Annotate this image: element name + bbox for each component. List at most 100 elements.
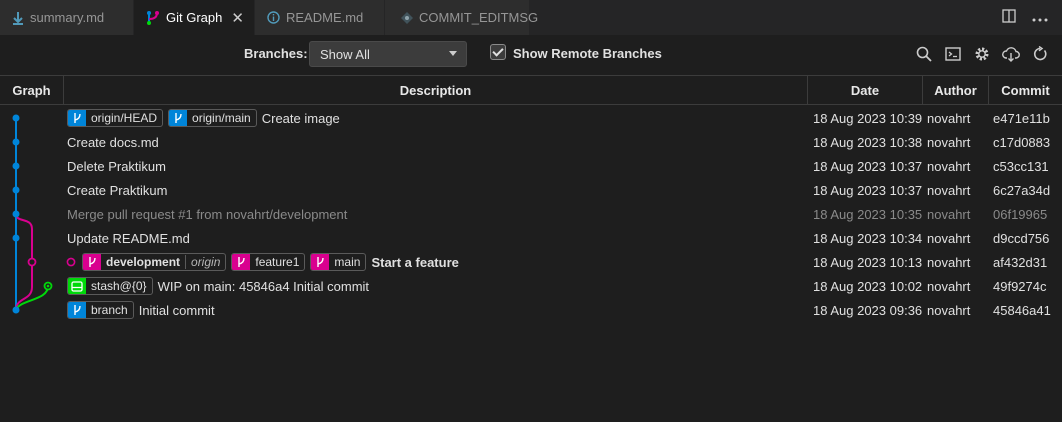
download-icon [12, 11, 24, 25]
branch-icon [68, 110, 86, 126]
commit-date: 18 Aug 2023 10:38 [813, 134, 923, 150]
commit-message: Merge pull request #1 from novahrt/devel… [67, 206, 348, 222]
branch-icon [68, 302, 86, 318]
chevron-down-icon [449, 51, 457, 56]
commit-description: origin/HEAD origin/main Create image [67, 106, 340, 130]
commit-message: Update README.md [67, 230, 190, 246]
commit-date: 18 Aug 2023 10:02 [813, 278, 923, 294]
ref-feature1[interactable]: feature1 [231, 253, 306, 271]
commit-date: 18 Aug 2023 10:37 [813, 182, 923, 198]
cloud-download-icon[interactable] [1001, 44, 1021, 64]
branch-icon [169, 110, 188, 126]
git-commit-icon [401, 11, 413, 24]
commit-description: development origin feature1 main Start a… [82, 250, 459, 274]
commit-table-header: Graph Description Date Author Commit [0, 75, 1062, 105]
commit-date: 18 Aug 2023 10:35 [813, 206, 923, 222]
ref-origin-main[interactable]: origin/main [168, 109, 257, 127]
column-author[interactable]: Author [923, 76, 989, 105]
branch-select-value: Show All [320, 47, 370, 62]
commit-author: novahrt [927, 182, 971, 198]
show-remote-branches-label[interactable]: Show Remote Branches [513, 46, 662, 61]
commit-message: Initial commit [138, 302, 215, 318]
tab-readme-md[interactable]: README.md [255, 0, 385, 35]
commit-hash: e471e11b [993, 110, 1050, 126]
commit-author: novahrt [927, 134, 971, 150]
terminal-icon[interactable] [943, 44, 963, 64]
commit-hash: 45846a41 [993, 302, 1051, 318]
commit-description: stash@{0} WIP on main: 45846a4 Initial c… [67, 274, 369, 298]
close-icon[interactable]: ✕ [231, 9, 244, 27]
commit-hash: d9ccd756 [993, 230, 1050, 246]
git-graph-controls: Branches: Show All Show Remote Branches [0, 35, 1062, 73]
commit-date: 18 Aug 2023 10:37 [813, 158, 923, 174]
tab-git-graph[interactable]: Git Graph ✕ [134, 0, 255, 35]
commit-row[interactable]: origin/HEAD origin/main Create image 18 … [0, 106, 1062, 130]
commit-message: Start a feature [371, 254, 459, 270]
commit-row[interactable]: branch Initial commit 18 Aug 2023 09:36 … [0, 298, 1062, 322]
column-description[interactable]: Description [64, 76, 808, 105]
commit-description: Create docs.md [67, 130, 159, 154]
gear-icon[interactable] [972, 44, 992, 64]
commit-hash: 06f19965 [993, 206, 1048, 222]
commit-message: Delete Praktikum [67, 158, 166, 174]
show-remote-branches-checkbox[interactable] [490, 44, 506, 60]
commit-author: novahrt [927, 254, 971, 270]
commit-row[interactable]: Update README.md 18 Aug 2023 10:34 novah… [0, 226, 1062, 250]
commit-row-stash[interactable]: stash@{0} WIP on main: 45846a4 Initial c… [0, 274, 1062, 298]
search-icon[interactable] [914, 44, 934, 64]
commit-row-head[interactable]: development origin feature1 main Start a… [0, 250, 1062, 274]
editor-tab-bar: summary.md Git Graph ✕ README.md COMMIT_… [0, 0, 1062, 35]
commit-row-merge[interactable]: Merge pull request #1 from novahrt/devel… [0, 202, 1062, 226]
git-graph-icon [146, 10, 160, 26]
commit-description: branch Initial commit [67, 298, 215, 322]
commit-description: Merge pull request #1 from novahrt/devel… [67, 202, 347, 226]
commit-description: Create Praktikum [67, 178, 167, 202]
branch-select-dropdown[interactable]: Show All [309, 41, 467, 67]
commit-row[interactable]: Delete Praktikum 18 Aug 2023 10:37 novah… [0, 154, 1062, 178]
branch-icon [232, 254, 251, 270]
commit-author: novahrt [927, 230, 971, 246]
commit-description: Update README.md [67, 226, 190, 250]
ref-origin-head[interactable]: origin/HEAD [67, 109, 164, 127]
tab-commit-editmsg[interactable]: COMMIT_EDITMSG [385, 0, 538, 35]
tab-label: Git Graph [166, 10, 223, 25]
commit-message: Create Praktikum [67, 182, 168, 198]
info-icon [267, 11, 280, 24]
column-graph[interactable]: Graph [0, 76, 64, 105]
commit-row[interactable]: Create Praktikum 18 Aug 2023 10:37 novah… [0, 178, 1062, 202]
commit-message: Create docs.md [67, 134, 159, 150]
tab-label: README.md [286, 10, 364, 25]
tab-summary-md[interactable]: summary.md [0, 0, 134, 35]
commit-date: 18 Aug 2023 09:36 [813, 302, 923, 318]
ref-main[interactable]: main [310, 253, 367, 271]
commit-author: novahrt [927, 206, 971, 222]
commit-author: novahrt [927, 110, 971, 126]
tab-label: summary.md [30, 10, 105, 25]
commit-author: novahrt [927, 302, 971, 318]
commit-message: WIP on main: 45846a4 Initial commit [157, 278, 370, 294]
more-actions-icon[interactable] [1032, 10, 1048, 25]
split-editor-icon[interactable] [1002, 9, 1016, 26]
branch-icon [83, 254, 101, 270]
commit-hash: c53cc131 [993, 158, 1049, 174]
ref-branch[interactable]: branch [67, 301, 134, 319]
stash-icon [68, 278, 86, 294]
column-date[interactable]: Date [808, 76, 923, 105]
head-indicator-icon [66, 257, 76, 267]
column-commit[interactable]: Commit [989, 76, 1062, 105]
commit-author: novahrt [927, 158, 971, 174]
ref-stash[interactable]: stash@{0} [67, 277, 153, 295]
refresh-icon[interactable] [1030, 44, 1050, 64]
commit-hash: 6c27a34d [993, 182, 1051, 198]
commit-row[interactable]: Create docs.md 18 Aug 2023 10:38 novahrt… [0, 130, 1062, 154]
commit-date: 18 Aug 2023 10:34 [813, 230, 923, 246]
tab-label: COMMIT_EDITMSG [419, 10, 539, 25]
control-actions [914, 44, 1050, 64]
commit-description: Delete Praktikum [67, 154, 166, 178]
branch-icon [311, 254, 330, 270]
commit-date: 18 Aug 2023 10:13 [813, 254, 923, 270]
commit-hash: 49f9274c [993, 278, 1047, 294]
commit-author: novahrt [927, 278, 971, 294]
ref-development[interactable]: development origin [82, 253, 227, 271]
branches-label: Branches: [244, 46, 308, 61]
